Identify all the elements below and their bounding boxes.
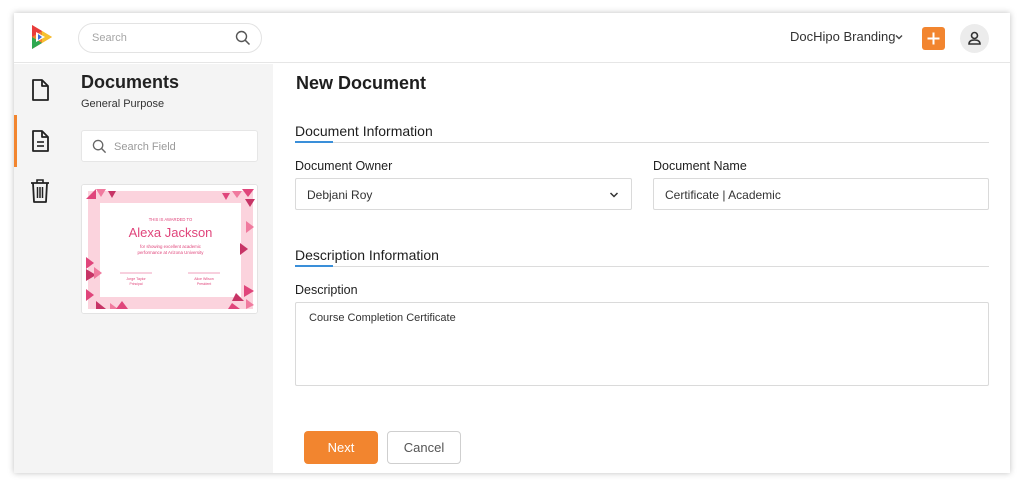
sidebar-item-documents[interactable] [14,68,66,112]
workspace-selector[interactable]: DocHipo Branding [790,29,896,44]
section-title: Description Information [295,247,439,263]
file-text-icon [32,130,49,152]
dochipo-logo[interactable] [26,23,54,51]
section-title: Document Information [295,123,433,139]
top-bar: Search DocHipo Branding [14,13,1010,63]
certificate-preview: THIS IS AWARDED TO Alexa Jackson for sho… [82,185,257,313]
cert-kicker: THIS IS AWARDED TO [149,217,193,222]
cert-line-1: for showing excellent academic [140,244,202,249]
cert-signature-2-role: President [197,282,211,286]
panel-title: Documents [81,72,180,92]
document-thumbnail[interactable]: THIS IS AWARDED TO Alexa Jackson for sho… [81,184,258,314]
cert-recipient: Alexa Jackson [129,225,213,240]
document-owner-select[interactable]: Debjani Roy [295,178,632,210]
sidebar-rail [14,64,66,473]
cert-signature-1-name: Jorge Taylor [126,277,146,281]
user-icon [968,31,981,45]
section-description-information: Description Information [295,247,989,267]
document-name-field[interactable]: Certificate | Academic [653,178,989,210]
chevron-down-icon [609,192,619,198]
user-avatar-button[interactable] [960,24,989,53]
cancel-button[interactable]: Cancel [387,431,461,464]
owner-label: Document Owner [295,159,393,173]
plus-icon [927,32,940,45]
cert-signature-1-role: Principal [129,282,142,286]
next-button[interactable]: Next [304,431,378,464]
sidebar-item-templates[interactable] [14,115,66,167]
global-search-input[interactable]: Search [78,23,262,53]
search-icon[interactable] [235,30,251,46]
search-placeholder: Search [92,32,127,44]
name-label: Document Name [653,159,747,173]
chevron-down-icon[interactable] [894,32,904,42]
name-value: Certificate | Academic [665,188,781,202]
section-underline [295,265,333,267]
sidebar-item-trash[interactable] [14,168,66,212]
trash-icon [31,179,49,203]
search-icon [92,139,107,154]
documents-panel: Documents General Purpose Search Field T… [66,64,273,473]
description-label: Description [295,283,358,297]
section-document-information: Document Information [295,123,989,143]
section-underline [295,141,333,143]
owner-value: Debjani Roy [307,188,373,202]
description-textarea[interactable]: Course Completion Certificate [295,302,989,386]
search-field-input[interactable]: Search Field [81,130,258,162]
app-window: Search DocHipo Branding Documents Genera… [14,13,1010,473]
create-new-button[interactable] [922,27,945,50]
file-icon [32,79,49,101]
main-content: New Document Document Information Docume… [273,64,1010,473]
cert-line-2: performance at Arizona University [138,250,205,255]
search-field-placeholder: Search Field [114,141,176,153]
cert-signature-2-name: Alice Wilson [194,277,214,281]
page-title: New Document [296,73,427,93]
description-value: Course Completion Certificate [309,312,456,324]
panel-subtitle: General Purpose [81,98,165,110]
